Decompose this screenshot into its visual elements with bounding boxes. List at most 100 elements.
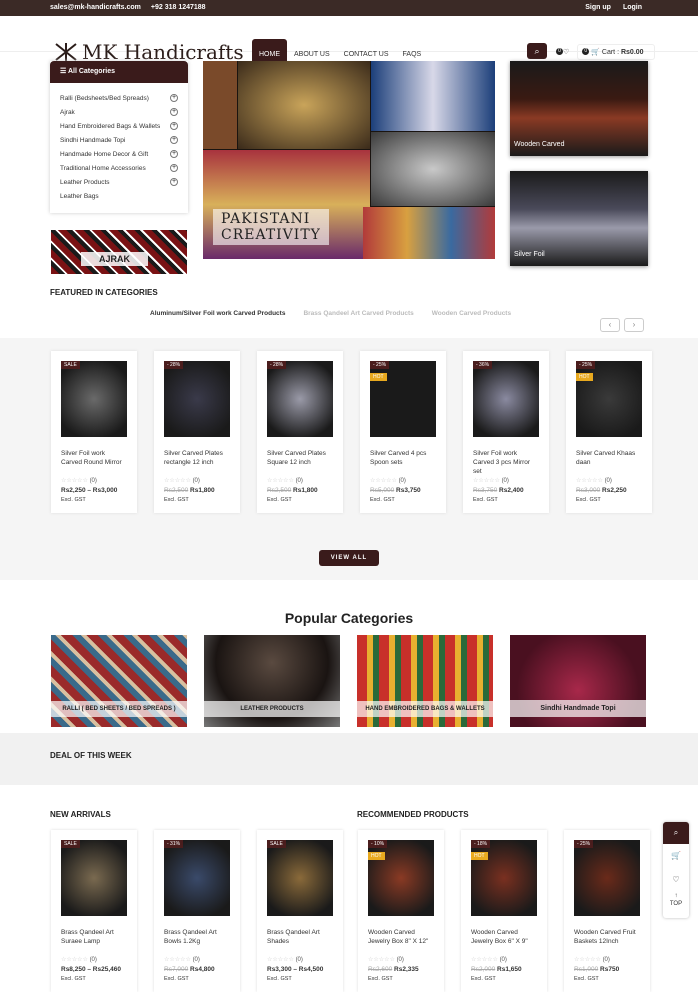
product-name[interactable]: Brass Qandeel Art Bowls 1.2Kg (164, 928, 230, 952)
hot-badge: HOT (576, 373, 593, 381)
sidebar-header[interactable]: ☰ All Categories (50, 61, 188, 83)
promo-silver-foil[interactable]: Silver Foil (510, 171, 648, 266)
discount-badge: - 10% (368, 840, 388, 848)
product-image[interactable]: - 25% HOT (370, 361, 436, 437)
category-tile-bags[interactable]: HAND EMBROIDERED BAGS & WALLETS (357, 635, 493, 727)
plus-icon[interactable]: + (170, 94, 178, 102)
category-tile-label: LEATHER PRODUCTS (204, 701, 340, 717)
email-text[interactable]: sales@mk-handicrafts.com (50, 4, 141, 11)
product-name[interactable]: Wooden Carved Jewelry Box 8" X 12" (368, 928, 434, 952)
category-tile-label: RALLI ( BED SHEETS / BED SPREADS ) (51, 701, 187, 717)
product-card[interactable]: - 36% Silver Foil work Carved 3 pcs Mirro… (463, 351, 549, 513)
product-image[interactable]: - 25% HOT (576, 361, 642, 437)
product-name[interactable]: Silver Carved Plates rectangle 12 inch (164, 449, 230, 473)
product-name[interactable]: Brass Qandeel Art Shades (267, 928, 333, 952)
sidebar-item[interactable]: Sindhi Handmade Topi + (60, 133, 178, 147)
signup-link[interactable]: Sign up (585, 4, 611, 11)
product-price: Rs7,000 Rs4,800 (164, 966, 230, 973)
product-image[interactable]: - 10% HOT (368, 840, 434, 916)
product-image[interactable]: - 28% (267, 361, 333, 437)
product-card[interactable]: - 25% HOT Silver Carved 4 pcs Spoon sets ☆☆… (360, 351, 446, 513)
plus-icon[interactable]: + (170, 108, 178, 116)
sidebar-item[interactable]: Leather Products + (60, 175, 178, 189)
gst-note: Excl. GST (368, 976, 393, 982)
product-name[interactable]: Silver Carved 4 pcs Spoon sets (370, 449, 436, 473)
product-card[interactable]: - 25% HOT Silver Carved Khaas daan ☆☆☆☆☆ (0… (566, 351, 652, 513)
current-price: Rs2,400 (499, 487, 524, 494)
plus-icon[interactable]: + (170, 150, 178, 158)
login-link[interactable]: Login (623, 4, 642, 11)
float-cart-icon[interactable]: 🛒 (663, 844, 689, 868)
sidebar-item-label: Hand Embroidered Bags & Wallets (60, 122, 161, 130)
product-image[interactable]: - 28% (164, 361, 230, 437)
sidebar-item[interactable]: Hand Embroidered Bags & Wallets + (60, 119, 178, 133)
product-name[interactable]: Silver Foil work Carved 3 pcs Mirror set (473, 449, 539, 475)
phone-text[interactable]: +92 318 1247188 (151, 4, 206, 11)
product-card[interactable]: - 25% Wooden Carved Fruit Baskets 12Inch ☆… (564, 830, 650, 992)
product-image[interactable]: - 36% (473, 361, 539, 437)
sidebar-item[interactable]: Ajrak + (60, 105, 178, 119)
product-name[interactable]: Silver Carved Khaas daan (576, 449, 642, 473)
promo-wooden-carved[interactable]: Wooden Carved (510, 61, 648, 156)
product-card[interactable]: - 10% HOT Wooden Carved Jewelry Box 8" X 1… (358, 830, 444, 992)
product-card[interactable]: SALE Brass Qandeel Art Shades ☆☆☆☆☆ (0) Rs3… (257, 830, 343, 992)
product-image[interactable]: SALE (267, 840, 333, 916)
hero-collage[interactable]: PAKISTANI CREATIVITY (203, 61, 495, 259)
product-name[interactable]: Wooden Carved Jewelry Box 6" X 9" (471, 928, 537, 952)
tab-brass-qandeel[interactable]: Brass Qandeel Art Carved Products (303, 310, 413, 317)
cart-button[interactable]: 0 🛒 Cart : Rs0.00 (577, 44, 655, 60)
hero-caption: PAKISTANI CREATIVITY (213, 209, 329, 245)
view-all-button[interactable]: VIEW ALL (319, 550, 379, 566)
sidebar-item[interactable]: Ralli (Bedsheets/Bed Spreads) + (60, 91, 178, 105)
review-count: (0) (192, 478, 200, 484)
rating-stars: ☆☆☆☆☆ (0) (574, 957, 610, 963)
tab-silver-foil[interactable]: Aluminum/Silver Foil work Carved Product… (150, 310, 285, 317)
search-button[interactable]: ⌕ (527, 43, 547, 59)
plus-icon[interactable]: + (170, 136, 178, 144)
product-card[interactable]: SALE Silver Foil work Carved Round Mirror… (51, 351, 137, 513)
ajrak-banner[interactable]: AJRAK (51, 230, 187, 274)
category-tile-ralli[interactable]: RALLI ( BED SHEETS / BED SPREADS ) (51, 635, 187, 727)
discount-badge: - 28% (267, 361, 287, 369)
category-tile-leather[interactable]: LEATHER PRODUCTS (204, 635, 340, 727)
plus-icon[interactable]: + (170, 122, 178, 130)
product-image[interactable]: - 18% HOT (471, 840, 537, 916)
back-to-top-button[interactable]: ↑ TOP (663, 892, 689, 908)
prev-arrow-icon[interactable]: ‹ (600, 318, 620, 332)
rating-stars: ☆☆☆☆☆ (0) (473, 478, 509, 484)
product-name[interactable]: Wooden Carved Fruit Baskets 12Inch (574, 928, 640, 952)
product-card[interactable]: - 31% Brass Qandeel Art Bowls 1.2Kg ☆☆☆☆☆ … (154, 830, 240, 992)
wishlist-count: 0 (556, 48, 563, 55)
product-image[interactable]: SALE (61, 361, 127, 437)
sidebar-item[interactable]: Traditional Home Accessories + (60, 161, 178, 175)
product-card[interactable]: - 18% HOT Wooden Carved Jewelry Box 6" X 9… (461, 830, 547, 992)
product-card[interactable]: SALE Brass Qandeel Art Suraee Lamp ☆☆☆☆☆ (… (51, 830, 137, 992)
tab-wooden-carved[interactable]: Wooden Carved Products (432, 310, 511, 317)
product-image[interactable]: - 25% (574, 840, 640, 916)
product-name[interactable]: Brass Qandeel Art Suraee Lamp (61, 928, 127, 952)
discount-badge: - 25% (576, 361, 596, 369)
product-name[interactable]: Silver Foil work Carved Round Mirror (61, 449, 127, 473)
popular-categories-title: Popular Categories (284, 610, 414, 626)
product-price: Rs3,300 – Rs4,500 (267, 966, 333, 973)
product-card[interactable]: - 28% Silver Carved Plates rectangle 12 i… (154, 351, 240, 513)
sidebar-item[interactable]: Handmade Home Decor & Gift + (60, 147, 178, 161)
plus-icon[interactable]: + (170, 178, 178, 186)
rating-stars: ☆☆☆☆☆ (0) (164, 478, 200, 484)
float-search-icon[interactable]: ⌕ (663, 822, 689, 844)
sidebar-item[interactable]: Leather Bags (60, 189, 178, 203)
float-wishlist-icon[interactable]: ♡ (663, 868, 689, 892)
plus-icon[interactable]: + (170, 164, 178, 172)
hero-photo (363, 207, 495, 259)
discount-badge: - 25% (370, 361, 390, 369)
rating-stars: ☆☆☆☆☆ (0) (267, 957, 303, 963)
product-card[interactable]: - 28% Silver Carved Plates Square 12 inch… (257, 351, 343, 513)
next-arrow-icon[interactable]: › (624, 318, 644, 332)
product-image[interactable]: - 31% (164, 840, 230, 916)
category-tile-topi[interactable]: Sindhi Handmade Topi (510, 635, 646, 727)
product-name[interactable]: Silver Carved Plates Square 12 inch (267, 449, 333, 473)
product-image[interactable]: SALE (61, 840, 127, 916)
wishlist-icon[interactable]: 0 ♡ (556, 48, 569, 56)
product-price: Rs1,000 Rs750 (574, 966, 640, 973)
review-count: (0) (89, 478, 97, 484)
